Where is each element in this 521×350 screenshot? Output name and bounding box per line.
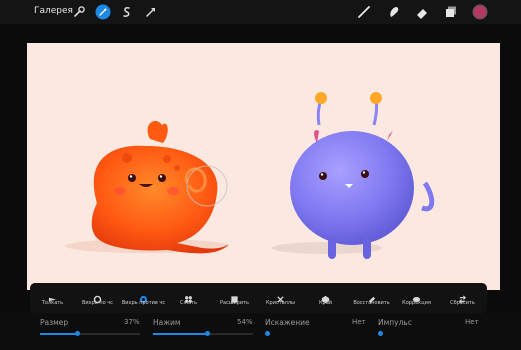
size-label: Размер — [40, 318, 69, 327]
layers-icon[interactable] — [443, 4, 459, 20]
liquify-parameters: Размер 37% Нажим 54% Искажение Нет Импул… — [0, 313, 521, 350]
mode-edge[interactable]: Край — [303, 283, 348, 313]
mode-crystals[interactable]: Кристаллы — [258, 283, 303, 313]
top-toolbar: Галерея — [0, 0, 521, 24]
magic-wand-icon[interactable] — [95, 4, 111, 20]
mode-adjust[interactable]: Коррекция — [394, 283, 439, 313]
orange-monster-illustration — [91, 120, 229, 254]
size-slider-fill — [40, 333, 77, 335]
liquify-modes-panel: Толкать Вихрь по чс Вихрь против чс Сжат… — [30, 283, 487, 313]
size-slider[interactable] — [40, 331, 140, 336]
pressure-slider-fill — [153, 333, 207, 335]
eraser-icon[interactable] — [414, 4, 430, 20]
pressure-slider-knob[interactable] — [205, 331, 210, 336]
pressure-label: Нажим — [153, 318, 181, 327]
drawing-canvas[interactable] — [27, 43, 500, 290]
mode-reconstruct[interactable]: Восстановить — [349, 283, 394, 313]
momentum-slider-knob[interactable] — [378, 331, 383, 336]
distortion-value: Нет — [352, 318, 366, 326]
transform-icon[interactable] — [143, 4, 159, 20]
artwork — [65, 92, 435, 259]
momentum-value: Нет — [465, 318, 479, 326]
pressure-slider[interactable] — [153, 331, 253, 336]
purple-monster-illustration — [290, 92, 435, 259]
momentum-label: Импульс — [378, 318, 412, 327]
size-value: 37% — [124, 318, 140, 326]
pressure-value: 54% — [237, 318, 253, 326]
mode-expand[interactable]: Расширить — [212, 283, 257, 313]
brush-icon[interactable] — [356, 4, 372, 20]
mode-push[interactable]: Толкать — [30, 283, 75, 313]
size-slider-knob[interactable] — [75, 331, 80, 336]
smudge-icon[interactable] — [386, 4, 402, 20]
distortion-label: Искажение — [265, 318, 310, 327]
mode-twirl-right[interactable]: Вихрь по чс — [75, 283, 120, 313]
mode-reset[interactable]: Сбросить — [440, 283, 485, 313]
selection-icon[interactable] — [119, 4, 135, 20]
mode-pinch[interactable]: Сжать — [166, 283, 211, 313]
distortion-slider-knob[interactable] — [265, 331, 270, 336]
color-swatch-icon[interactable] — [472, 4, 488, 20]
mode-twirl-left[interactable]: Вихрь против чс — [121, 283, 166, 313]
gallery-button[interactable]: Галерея — [34, 6, 73, 16]
wrench-icon[interactable] — [71, 4, 87, 20]
